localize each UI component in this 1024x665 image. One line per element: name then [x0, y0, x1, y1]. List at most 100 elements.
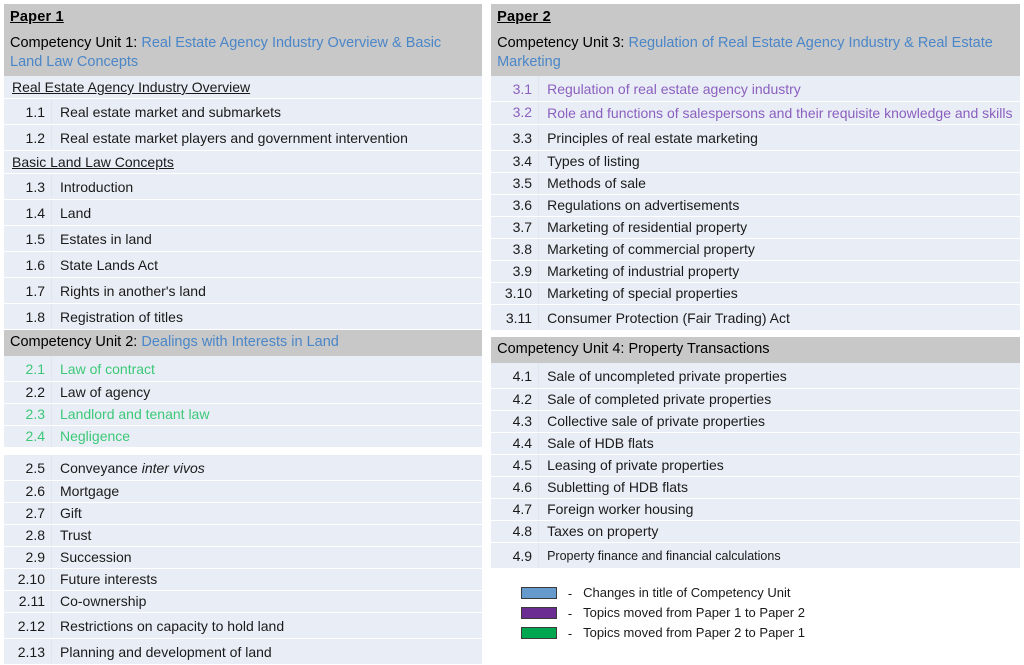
paper-1-column: Paper 1 Competency Unit 1: Real Estate A…: [4, 4, 483, 665]
unit-3-topic-list: 3.1 Regulation of real estate agency indu…: [491, 76, 1020, 331]
topic-row: 3.1 Regulation of real estate agency indu…: [491, 76, 1020, 102]
unit-2-name: Dealings with Interests in Land: [141, 334, 339, 350]
topic-row: 2.7 Gift: [4, 503, 483, 525]
topic-row: 2.6 Mortgage: [4, 481, 483, 503]
topic-row: 4.3 Collective sale of private properties: [491, 411, 1020, 433]
topic-title: Succession: [60, 549, 132, 565]
topic-title: Negligence: [60, 428, 131, 444]
unit-1-sections: Real Estate Agency Industry Overview 1.1 R…: [4, 76, 483, 330]
topic-title: Methods of sale: [547, 175, 646, 191]
topic-row: 4.1 Sale of uncompleted private propertie…: [491, 363, 1020, 389]
topic-number: 1.1: [4, 99, 52, 123]
topic-number: 3.5: [491, 173, 540, 194]
topic-title: Real estate market players and governmen…: [60, 130, 408, 146]
topic-title: Future interests: [60, 571, 158, 587]
section-heading-label: Basic Land Law Concepts: [12, 154, 174, 170]
legend-color-swatch: [521, 607, 558, 619]
topic-title: Planning and development of land: [60, 644, 272, 660]
topic-title: Trust: [60, 527, 92, 543]
legend-dash: -: [567, 625, 573, 641]
unit-1-prefix: Competency Unit 1:: [10, 35, 138, 51]
topic-row: 3.4 Types of listing: [491, 151, 1020, 173]
topic-title: Sale of uncompleted private properties: [547, 368, 787, 384]
section-heading: Real Estate Agency Industry Overview: [4, 76, 483, 99]
topic-title: Types of listing: [547, 153, 640, 169]
topic-title: Sale of HDB flats: [547, 435, 654, 451]
topic-row: 2.2 Law of agency: [4, 382, 483, 404]
topic-row: 4.4 Sale of HDB flats: [491, 433, 1020, 455]
topic-title: Regulations on advertisements: [547, 197, 740, 213]
section-heading: Basic Land Law Concepts: [4, 151, 483, 174]
topic-row: 3.11 Consumer Protection (Fair Trading) A…: [491, 305, 1020, 331]
topic-row: 2.12 Restrictions on capacity to hold lan…: [4, 613, 483, 639]
topic-number: 2.1: [4, 356, 52, 380]
topic-row: 1.8 Registration of titles: [4, 304, 483, 330]
topic-row: 1.5 Estates in land: [4, 226, 483, 252]
legend-color-swatch: [521, 587, 558, 599]
topic-title: Collective sale of private properties: [547, 413, 765, 429]
competency-unit-4-band: Competency Unit 4: Property Transactions: [491, 337, 1020, 363]
topic-number: 3.4: [491, 151, 540, 172]
unit-4-name: Property Transactions: [628, 341, 770, 357]
topic-number: 2.2: [4, 382, 52, 403]
topic-title: State Lands Act: [60, 257, 159, 273]
topic-number: 4.3: [491, 411, 540, 432]
topic-number: 1.5: [4, 226, 52, 250]
topic-number: 4.1: [491, 363, 540, 387]
legend-row: - Changes in title of Competency Unit: [521, 583, 1020, 603]
topic-number: 2.3: [4, 404, 52, 425]
topic-number: 2.11: [4, 591, 52, 612]
topic-number: 1.3: [4, 174, 52, 198]
topic-number: 2.9: [4, 547, 52, 568]
topic-number: 3.7: [491, 217, 540, 238]
topic-number: 1.4: [4, 200, 52, 224]
topic-title: Law of contract: [60, 361, 155, 377]
topic-title: Leasing of private properties: [547, 457, 724, 473]
topic-number: 1.7: [4, 278, 52, 302]
topic-row: 3.5 Methods of sale: [491, 173, 1020, 195]
legend-label: Changes in title of Competency Unit: [583, 585, 791, 600]
topic-number: 2.4: [4, 426, 52, 447]
competency-unit-1-band: Competency Unit 1: Real Estate Agency In…: [4, 31, 483, 76]
topic-title: Marketing of commercial property: [547, 241, 755, 257]
topic-title: Landlord and tenant law: [60, 406, 210, 422]
topic-number: 4.6: [491, 477, 540, 498]
topic-row: 1.6 State Lands Act: [4, 252, 483, 278]
legend-row: - Topics moved from Paper 2 to Paper 1: [521, 623, 1020, 643]
topic-row: 1.3 Introduction: [4, 174, 483, 200]
topic-number: 4.4: [491, 433, 540, 454]
legend-dash: -: [567, 585, 573, 601]
topic-row: 2.4 Negligence: [4, 426, 483, 448]
topic-title: Conveyance inter vivos: [60, 460, 205, 476]
topic-title: Marketing of special properties: [547, 285, 738, 301]
topic-row: 4.5 Leasing of private properties: [491, 455, 1020, 477]
topic-number: 4.5: [491, 455, 540, 476]
topic-row: 2.10 Future interests: [4, 569, 483, 591]
topic-row: 1.1 Real estate market and submarkets: [4, 99, 483, 125]
topic-title: Regulation of real estate agency industr…: [547, 81, 801, 97]
topic-number: 2.5: [4, 455, 52, 479]
topic-title: Rights in another's land: [60, 283, 206, 299]
topic-title: Mortgage: [60, 483, 120, 499]
competency-unit-3-band: Competency Unit 3: Regulation of Real Es…: [491, 31, 1020, 76]
syllabus-comparison-page: Paper 1 Competency Unit 1: Real Estate A…: [0, 0, 1024, 665]
topic-row: 3.2 Role and functions of salespersons an…: [491, 102, 1020, 125]
topic-number: 3.9: [491, 261, 540, 282]
topic-title-italic: inter vivos: [141, 460, 205, 476]
topic-number: 4.7: [491, 499, 540, 520]
paper-2-title: Paper 2: [497, 9, 551, 25]
paper-2-title-band: Paper 2: [491, 4, 1020, 31]
topic-title: Marketing of residential property: [547, 219, 748, 235]
topic-row: 4.8 Taxes on property: [491, 521, 1020, 543]
topic-row: 2.8 Trust: [4, 525, 483, 547]
topic-title: Estates in land: [60, 231, 152, 247]
topic-number: 3.6: [491, 195, 540, 216]
topic-row: 2.1 Law of contract: [4, 356, 483, 382]
paper-1-title: Paper 1: [10, 9, 64, 25]
topic-title: Taxes on property: [547, 523, 659, 539]
topic-number: 2.6: [4, 481, 52, 502]
topic-row: 3.6 Regulations on advertisements: [491, 195, 1020, 217]
topic-number: 3.1: [491, 76, 540, 100]
topic-row: 2.9 Succession: [4, 547, 483, 569]
unit-4-topic-list: 4.1 Sale of uncompleted private propertie…: [491, 363, 1020, 569]
